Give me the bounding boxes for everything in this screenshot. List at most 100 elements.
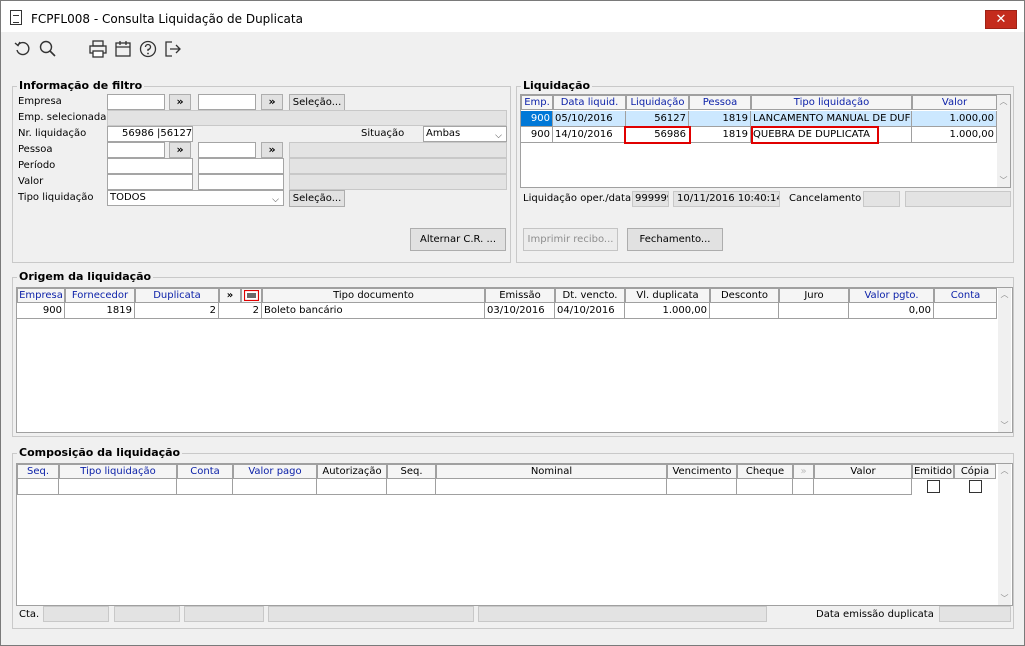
table-cell[interactable]: 14/10/2016 [553,127,626,143]
expand-column-header[interactable]: » [793,464,814,479]
periodo-from-input[interactable] [107,158,193,174]
empresa-to-lookup-button[interactable]: » [261,94,283,110]
imprimir-recibo-button[interactable]: Imprimir recibo... [523,228,618,251]
table-cell[interactable]: 1819 [689,111,751,127]
table-cell[interactable] [934,303,997,319]
table-cell[interactable]: 1.000,00 [625,303,710,319]
table-cell[interactable]: LANCAMENTO MANUAL DE DUF [751,111,912,127]
col-header[interactable]: Pessoa [689,95,751,110]
refresh-icon[interactable] [13,39,33,59]
table-cell[interactable]: Boleto bancário [262,303,485,319]
periodo-to-input[interactable] [198,158,284,174]
table-cell[interactable]: 0,00 [849,303,934,319]
valor-from-input[interactable] [107,174,193,190]
col-header[interactable]: Cópia [954,464,996,479]
situacao-select[interactable]: Ambas ⌵ [423,126,507,142]
exit-icon[interactable] [163,39,183,59]
table-cell[interactable] [793,479,814,495]
table-cell[interactable] [59,479,177,495]
col-header[interactable]: Conta [177,464,233,479]
col-header[interactable]: Vl. duplicata [625,288,710,303]
col-header[interactable]: Fornecedor [65,288,135,303]
table-cell[interactable]: 1819 [691,127,751,143]
scroll-down-icon[interactable]: ﹀ [998,419,1011,432]
col-header[interactable]: Valor pago [233,464,317,479]
search-icon[interactable] [38,39,58,59]
table-cell[interactable]: 04/10/2016 [555,303,625,319]
col-header[interactable]: Tipo documento [262,288,485,303]
col-header[interactable]: Valor [912,95,997,110]
close-icon[interactable]: ✕ [985,10,1017,29]
table-cell[interactable] [779,303,849,319]
empresa-selecao-button[interactable]: Seleção... [289,94,345,111]
empresa-lookup-button[interactable]: » [169,94,191,110]
table-cell[interactable]: 900 [17,303,65,319]
table-cell[interactable] [814,479,912,495]
col-header[interactable]: Vencimento [667,464,737,479]
copia-checkbox[interactable] [969,480,982,493]
col-header[interactable]: Desconto [710,288,779,303]
liquidacao-scrollbar[interactable]: ︿ ﹀ [997,95,1010,187]
scroll-down-icon[interactable]: ﹀ [998,592,1011,605]
table-cell[interactable] [436,479,667,495]
col-header[interactable]: Tipo liquidação [751,95,912,110]
table-cell[interactable]: 1819 [65,303,135,319]
col-header[interactable]: Valor [814,464,912,479]
valor-to-input[interactable] [198,174,284,190]
table-cell[interactable]: 03/10/2016 [485,303,555,319]
col-header[interactable]: Emp. [521,95,553,110]
scroll-down-icon[interactable]: ﹀ [997,174,1010,187]
col-header[interactable]: Emissão [485,288,555,303]
table-cell[interactable]: 56127 [626,111,689,127]
empresa-from-input[interactable] [107,94,165,110]
col-header[interactable]: Tipo liquidação [59,464,177,479]
filter-column-header[interactable] [241,288,262,303]
pessoa-lookup-button[interactable]: » [169,142,191,158]
highlighted-liquidacao-cell[interactable]: 56986 [624,126,691,144]
emitido-checkbox[interactable] [927,480,940,493]
col-header[interactable]: Seq. [17,464,59,479]
highlighted-tipo-cell[interactable]: QUEBRA DE DUPLICATA [751,126,879,144]
col-header[interactable]: Valor pgto. [849,288,934,303]
col-header[interactable]: Emitido [912,464,954,479]
table-cell[interactable] [17,479,59,495]
table-cell[interactable] [177,479,233,495]
col-header[interactable]: Nominal [436,464,667,479]
table-cell[interactable] [387,479,436,495]
scroll-up-icon[interactable]: ︿ [997,95,1010,108]
col-header[interactable]: Juro [779,288,849,303]
col-header[interactable]: Seq. [387,464,436,479]
tipo-liquidacao-select[interactable]: TODOS ⌵ [107,190,284,206]
col-header[interactable]: Conta [934,288,997,303]
table-cell[interactable]: 900 [521,111,553,127]
print-icon[interactable] [88,39,108,59]
empresa-to-input[interactable] [198,94,256,110]
pessoa-from-input[interactable] [107,142,165,158]
fechamento-button[interactable]: Fechamento... [627,228,723,251]
table-cell[interactable] [710,303,779,319]
col-header[interactable]: Dt. vencto. [555,288,625,303]
col-header[interactable]: Empresa [17,288,65,303]
expand-column-header[interactable]: » [219,288,241,303]
col-header[interactable]: Cheque [737,464,793,479]
scroll-up-icon[interactable]: ︿ [998,464,1011,477]
table-cell[interactable]: 1.000,00 [912,111,997,127]
col-header[interactable]: Autorização [317,464,387,479]
table-cell[interactable] [317,479,387,495]
tipo-selecao-button[interactable]: Seleção... [289,190,345,207]
col-header[interactable]: Liquidação [626,95,689,110]
nr-liquidacao-input[interactable]: 56986 |56127 [107,126,193,142]
calendar-icon[interactable] [113,39,133,59]
pessoa-to-input[interactable] [198,142,256,158]
col-header[interactable]: Duplicata [135,288,219,303]
origem-scrollbar[interactable]: ︿ ﹀ [998,288,1011,432]
table-cell[interactable] [737,479,793,495]
table-cell[interactable] [233,479,317,495]
help-icon[interactable] [138,39,158,59]
table-cell[interactable]: 1.000,00 [912,127,997,143]
alternar-cr-button[interactable]: Alternar C.R. ... [410,228,506,251]
pessoa-to-lookup-button[interactable]: » [261,142,283,158]
table-cell[interactable]: 900 [521,127,553,143]
table-cell[interactable] [667,479,737,495]
table-cell[interactable]: 05/10/2016 [553,111,626,127]
